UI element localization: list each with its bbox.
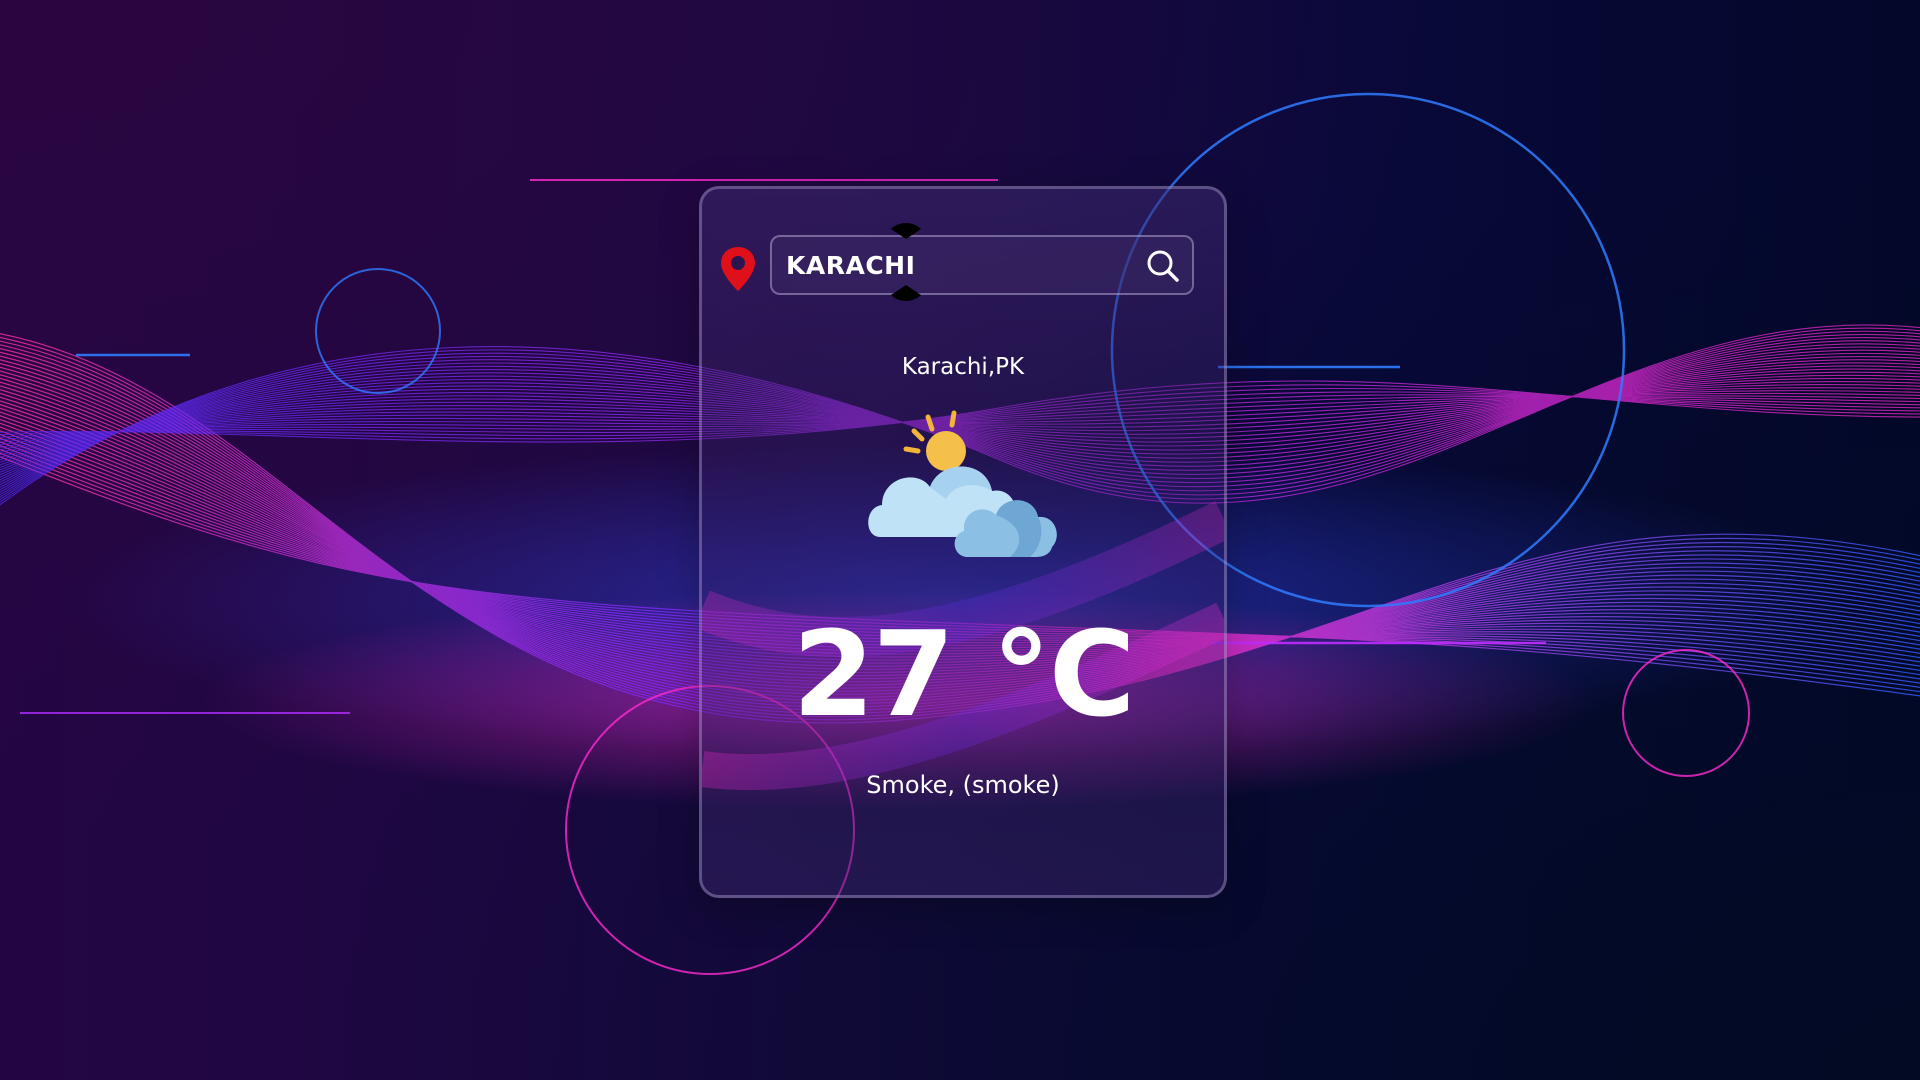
search-bar (770, 235, 1194, 295)
temperature-value: 27 °C (792, 605, 1136, 743)
weather-card: Karachi,PK 27 °C Smoke, (smoke) (699, 186, 1227, 898)
text-cursor-icon (891, 223, 921, 301)
location-label: Karachi,PK (901, 354, 1025, 380)
partly-cloudy-icon (868, 410, 1057, 557)
search-icon[interactable] (1144, 247, 1182, 285)
weather-description: Smoke, (smoke) (866, 771, 1060, 799)
app-background: Karachi,PK 27 °C Smoke, (smoke) (0, 0, 1920, 1080)
location-pin-icon (721, 247, 755, 291)
search-input[interactable] (786, 237, 1126, 293)
